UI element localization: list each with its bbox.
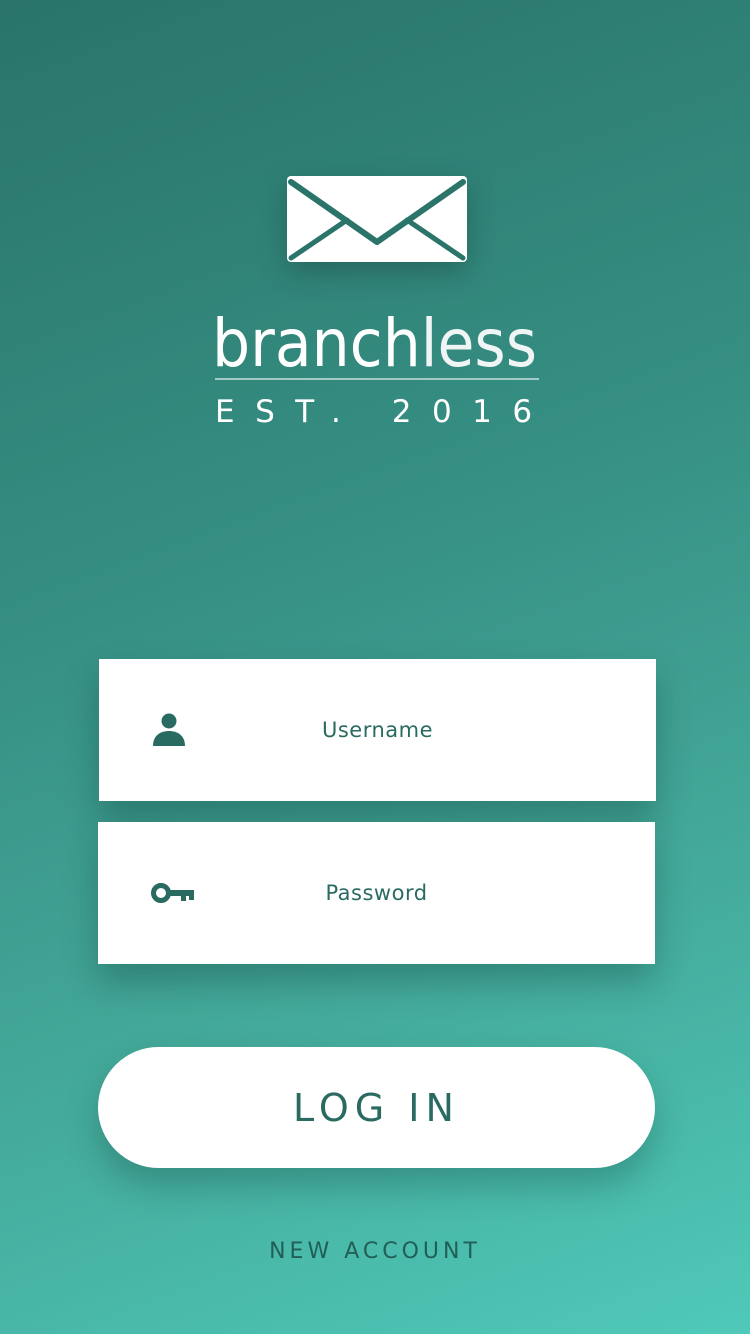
envelope-icon <box>287 176 467 262</box>
brand-name-part-1: branch <box>212 305 421 378</box>
password-field[interactable] <box>98 822 655 964</box>
username-field[interactable] <box>99 659 656 801</box>
brand-name-part-2: less <box>421 305 537 378</box>
password-input[interactable] <box>218 822 535 964</box>
brand-divider <box>215 378 539 380</box>
user-icon <box>153 713 185 746</box>
login-button[interactable]: LOG IN <box>98 1047 655 1168</box>
brand-established: EST. 2016 <box>215 394 553 430</box>
brand-wordmark: branchless <box>212 305 537 378</box>
new-account-link[interactable]: NEW ACCOUNT <box>200 1234 550 1270</box>
svg-text:branchless: branchless <box>212 305 537 378</box>
username-input[interactable] <box>219 659 536 801</box>
key-icon <box>151 883 194 903</box>
login-screen: branchless EST. 2016 LOG IN NEW ACCOUNT <box>0 0 750 1334</box>
